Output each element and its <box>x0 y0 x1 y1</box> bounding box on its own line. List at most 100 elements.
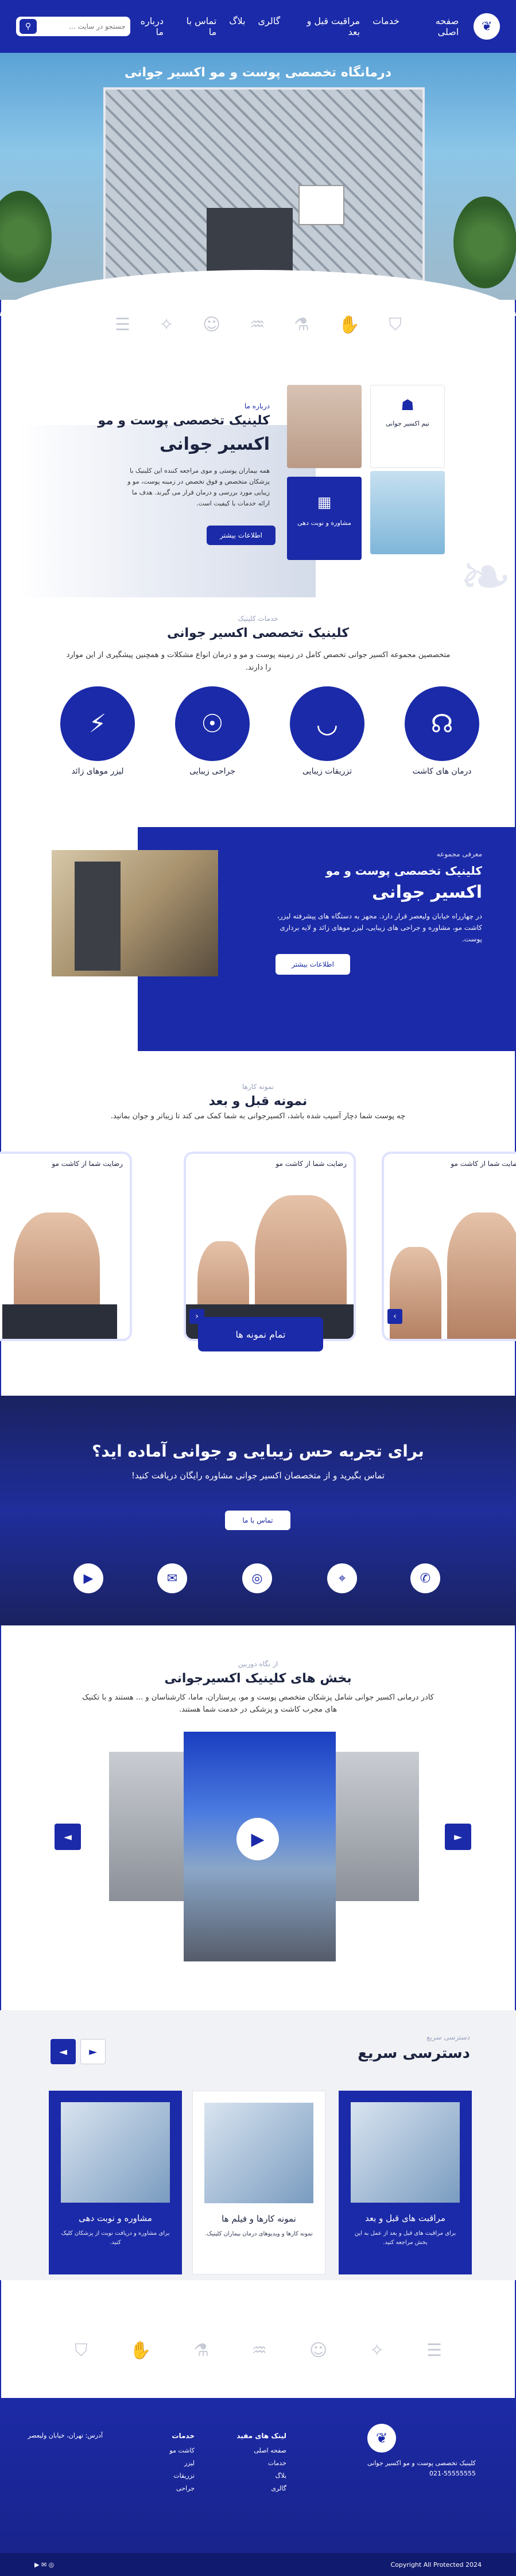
nav-home[interactable]: صفحه اصلی <box>412 16 459 37</box>
patient-image <box>2 1304 117 1339</box>
before-after-title: نمونه قبل و بعد <box>208 1094 308 1109</box>
next-arrow-icon[interactable]: › <box>387 1309 402 1324</box>
next-arrow-icon[interactable]: ► <box>80 2039 106 2064</box>
spray-icon: ✧ <box>370 2341 385 2361</box>
cta-contact-button[interactable]: تماس با ما <box>225 1511 290 1530</box>
decor-icon-row: ⛉ ✋ ⚗ ♒ ☺ ✧ ☰ <box>115 315 402 335</box>
prev-arrow-icon[interactable]: ◄ <box>51 2039 76 2064</box>
hair-icon: ♒ <box>251 2341 267 2361</box>
footer-link[interactable]: جراحی <box>169 2482 195 2495</box>
quick-card-text: نمونه کارها و ویدیوهای درمان بیماران کلی… <box>205 2231 313 2237</box>
footer-link[interactable]: لیزر <box>169 2457 195 2470</box>
tree-image <box>453 196 516 288</box>
nav-gallery[interactable]: گالری <box>258 16 281 37</box>
about-more-button[interactable]: اطلاعات بیشتر <box>207 526 276 545</box>
youtube-icon[interactable]: ▶ <box>73 1563 103 1593</box>
face-icon: ☺ <box>309 2341 328 2361</box>
all-samples-button[interactable]: تمام نمونه ها <box>198 1317 323 1351</box>
footer-services-col: خدمات کاشت مو لیزر تزریقات جراحی <box>169 2430 195 2495</box>
quick-card-care[interactable]: مراقبت های قبل و بعد برای مراقبت های قبل… <box>339 2091 472 2274</box>
service-injection[interactable]: ◡ تزریقات زیبایی <box>287 686 367 776</box>
service-implant[interactable]: ☊ درمان های کاشت <box>402 686 482 776</box>
footer-bottom-bar: 2024 Copyright All Protected ◎ ✉ ▶ <box>0 2553 516 2576</box>
before-after-kicker: نمونه کارها <box>242 1083 274 1091</box>
device-icon: ☰ <box>426 2341 442 2361</box>
nav-services[interactable]: خدمات <box>373 16 399 37</box>
whatsapp-icon[interactable]: ✉ <box>157 1563 187 1593</box>
team-card[interactable]: ☗ تیم اکسیر جوانی <box>370 385 445 468</box>
about-section: درباره ما کلینیک تخصصی پوست و مو اکسیر ج… <box>17 379 499 597</box>
about-text: همه بیماران پوستی و موی مراجعه کننده این… <box>127 467 270 507</box>
service-label: جراحی زیبایی <box>189 767 235 776</box>
footer-brand-name: کلینیک تخصصی پوست و مو اکسیر جوانی <box>367 2459 476 2467</box>
face-profile-icon: ☉ <box>175 686 250 761</box>
nav-about[interactable]: درباره ما <box>130 16 164 37</box>
nav-care[interactable]: مراقبت قبل و بعد <box>293 16 360 37</box>
before-after-header: نمونه کارها نمونه قبل و بعد چه پوست شما … <box>0 1083 516 1121</box>
intro-text-block: معرفی مجموعه کلینیک تخصصی پوست و مو اکسی… <box>276 850 482 975</box>
before-after-card-title: رضایت شما از کاشت مو <box>276 1160 347 1168</box>
team-icon: ☗ <box>401 397 414 414</box>
instagram-icon[interactable]: ◎ <box>242 1563 272 1593</box>
footer-phone[interactable]: 021-55555555 <box>367 2469 476 2479</box>
after-face-image <box>447 1212 516 1339</box>
service-label: درمان های کاشت <box>412 767 472 776</box>
hair-icon: ♒ <box>249 315 265 335</box>
dropper-icon: ⚗ <box>294 315 310 335</box>
consult-card-label: مشاوره و نوبت دهی <box>297 519 351 527</box>
main-nav: صفحه اصلی خدمات مراقبت قبل و بعد گالری ب… <box>130 16 459 37</box>
about-brand-title: اکسیر جوانی <box>160 434 270 454</box>
consult-card[interactable]: ▦ مشاوره و نوبت دهی <box>287 477 362 560</box>
quick-access-section: دسترسی سریع دسترسی سریع ◄ ► مراقبت های ق… <box>0 2010 516 2280</box>
search-icon[interactable]: ⚲ <box>20 19 37 34</box>
clinic-logo[interactable]: ❦ <box>474 13 500 40</box>
dropper-icon: ⚗ <box>193 2341 209 2361</box>
before-after-card[interactable]: رضایت شما از کاشت مو › <box>382 1152 516 1341</box>
services-desc: متخصصین مجموعه اکسیر جوانی تخصص کامل در … <box>66 651 451 672</box>
tooth-icon: ⛉ <box>75 2341 88 2361</box>
footer-link[interactable]: تزریقات <box>169 2470 195 2482</box>
clinic-interior-photo <box>52 850 218 976</box>
service-laser[interactable]: ⚡ لیزر موهای زائد <box>57 686 138 776</box>
footer-address-col: آدرس: تهران، خیابان ولیعصر <box>28 2430 103 2442</box>
footer-link[interactable]: کاشت مو <box>169 2444 195 2457</box>
hand-icon: ✋ <box>338 315 360 335</box>
nav-blog[interactable]: بلاگ <box>229 16 245 37</box>
service-label: لیزر موهای زائد <box>71 767 124 776</box>
footer-link[interactable]: بلاگ <box>236 2470 286 2482</box>
decor-icon-row: ☰ ✧ ☺ ♒ ⚗ ✋ ⛉ <box>75 2341 442 2361</box>
top-navbar: ❦ صفحه اصلی خدمات مراقبت قبل و بعد گالری… <box>0 0 516 53</box>
cta-section: برای تجربه حس زیبایی و جوانی آماده اید؟ … <box>0 1396 516 1625</box>
phone-icon[interactable]: ✆ <box>410 1563 440 1593</box>
footer-link[interactable]: خدمات <box>236 2457 286 2470</box>
quick-card-consult[interactable]: مشاوره و نوبت دهی برای مشاوره و دریافت ن… <box>49 2091 182 2274</box>
quick-kicker: دسترسی سریع <box>426 2033 470 2041</box>
footer-link[interactable]: گالری <box>236 2482 286 2495</box>
search-input[interactable] <box>37 22 127 31</box>
quick-card-title: مشاوره و نوبت دهی <box>79 2213 152 2223</box>
before-after-card[interactable]: رضایت شما از کاشت مو <box>0 1152 132 1341</box>
before-after-card[interactable]: رضایت شما از کاشت مو ‹ <box>184 1152 356 1341</box>
face-icon: ☺ <box>203 315 221 335</box>
intro-more-button[interactable]: اطلاعات بیشتر <box>276 954 350 975</box>
services-kicker: خدمات کلینیک <box>238 615 278 623</box>
quick-card-gallery[interactable]: نمونه کارها و فیلم ها نمونه کارها و ویدی… <box>192 2091 325 2274</box>
prev-arrow-icon[interactable]: ◄ <box>55 1824 81 1850</box>
service-surgery[interactable]: ☉ جراحی زیبایی <box>172 686 253 776</box>
before-face-image <box>390 1247 441 1339</box>
quick-card-title: نمونه کارها و فیلم ها <box>222 2214 296 2224</box>
head-icon: ☊ <box>405 686 479 761</box>
departments-header: از نگاه دوربین بخش های کلینیک اکسیرجوانی… <box>0 1660 516 1716</box>
tooth-icon: ⛉ <box>389 315 402 335</box>
before-after-card-title: رضایت شما از کاشت مو <box>451 1160 516 1168</box>
nav-contact[interactable]: تماس با ما <box>176 16 217 37</box>
footer-social-icons: ◎ ✉ ▶ <box>34 2560 55 2569</box>
quick-card-text: برای مشاوره و دریافت نوبت از پزشکان کلیک… <box>61 2230 170 2246</box>
location-icon[interactable]: ⌖ <box>327 1563 357 1593</box>
next-arrow-icon[interactable]: ► <box>445 1824 471 1850</box>
play-icon[interactable]: ▶ <box>236 1818 279 1860</box>
quick-card-text: برای مراقبت های قبل و بعد از عمل به این … <box>354 2230 456 2246</box>
consult-image <box>61 2102 170 2203</box>
service-label: تزریقات زیبایی <box>302 767 352 776</box>
footer-link[interactable]: صفحه اصلی <box>236 2444 286 2457</box>
